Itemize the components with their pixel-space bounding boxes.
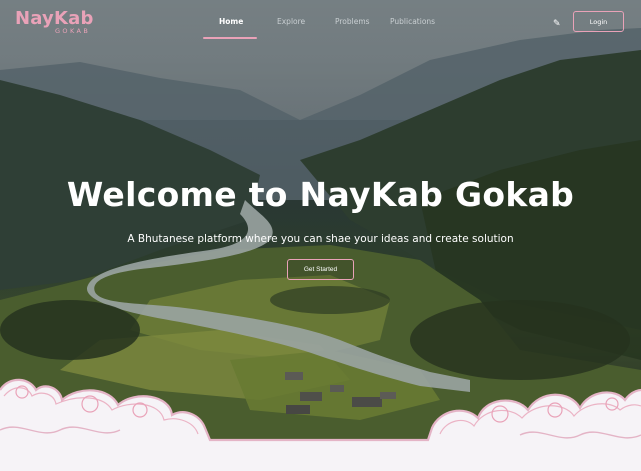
hero-section: NayKab GOKAB Home Explore Problems Publi…	[0, 0, 641, 471]
active-nav-indicator	[203, 37, 257, 39]
brand-logo[interactable]: NayKab GOKAB	[15, 8, 105, 35]
decorative-cloud-border	[0, 378, 641, 471]
nav-item-explore[interactable]: Explore	[277, 17, 305, 26]
brand-subtitle: GOKAB	[55, 27, 91, 35]
nav-item-home[interactable]: Home	[219, 17, 243, 26]
brand-title: NayKab	[15, 8, 94, 29]
pencil-icon[interactable]: ✎	[553, 19, 561, 29]
hero-headline: Welcome to NayKab Gokab	[66, 175, 575, 214]
nav-item-problems[interactable]: Problems	[335, 17, 370, 26]
login-button[interactable]: Login	[573, 11, 624, 32]
hero-subtext: A Bhutanese platform where you can shae …	[127, 233, 514, 245]
nav-item-publications[interactable]: Publications	[390, 17, 435, 26]
get-started-button[interactable]: Get Started	[287, 259, 354, 280]
